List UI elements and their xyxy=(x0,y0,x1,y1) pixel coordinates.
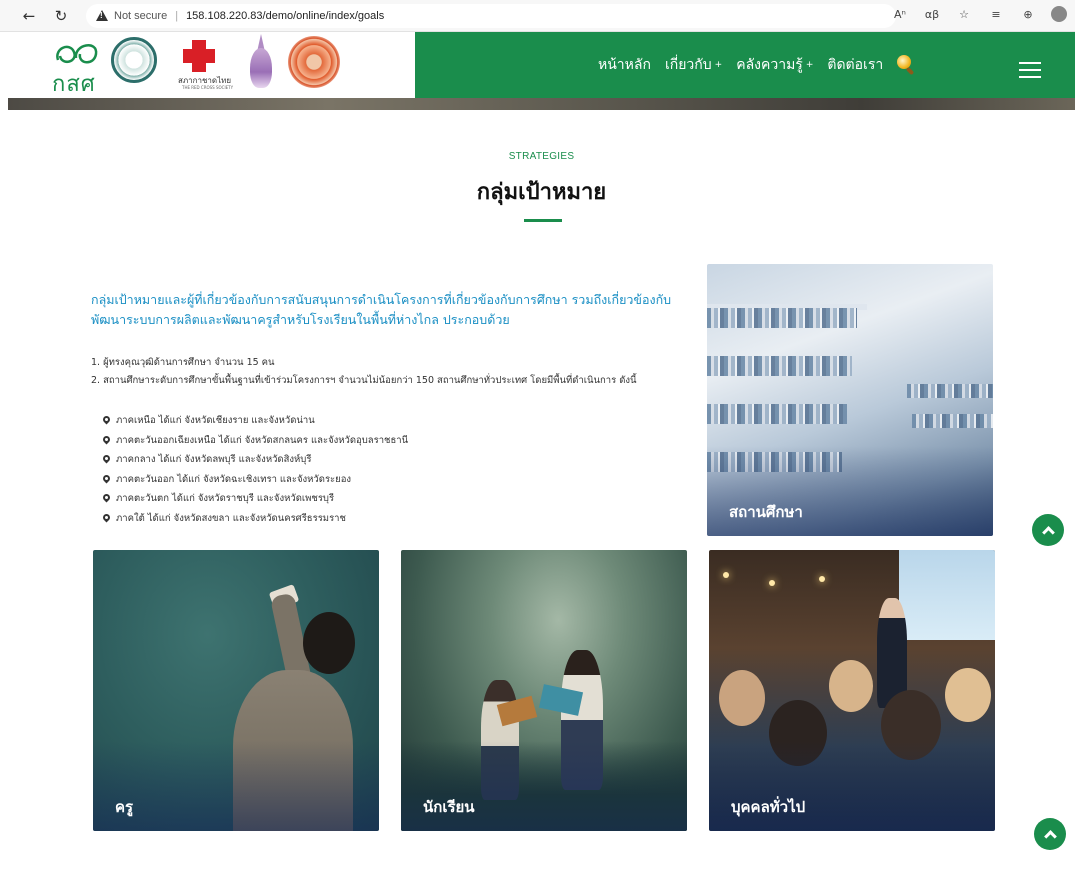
menu-item-about-label: เกี่ยวกับ xyxy=(664,57,712,73)
royal-emblem-logo xyxy=(246,34,276,92)
audience-head xyxy=(719,670,765,726)
hamburger-line xyxy=(1019,69,1041,71)
hamburger-line xyxy=(1019,76,1041,78)
chevron-up-icon xyxy=(1043,830,1057,843)
translate-icon[interactable]: αβ xyxy=(923,8,941,21)
eef-logo-mark-icon xyxy=(56,44,98,64)
card-shade xyxy=(93,741,379,831)
card-teacher[interactable]: ครู xyxy=(93,550,379,831)
list-item: 2. สถานศึกษาระดับการศึกษาขั้นพื้นฐานที่เ… xyxy=(91,375,637,386)
favorite-star-icon[interactable]: ☆ xyxy=(955,8,973,21)
read-aloud-icon[interactable]: Aⁿ xyxy=(891,8,909,21)
library-books xyxy=(707,356,852,376)
collections-icon[interactable]: ⊕ xyxy=(1019,8,1037,21)
security-label: Not secure xyxy=(114,9,168,22)
ceiling-light xyxy=(819,576,825,582)
eef-logo-text: กสศ xyxy=(52,72,96,97)
royal-emblem-body xyxy=(250,48,272,88)
map-pin-icon xyxy=(103,436,110,445)
hamburger-line xyxy=(1019,62,1041,64)
redcross-logo: สภากาชาดไทย THE RED CROSS SOCIETY xyxy=(178,40,233,90)
list-item: 1. ผู้ทรงคุณวุฒิด้านการศึกษา จำนวน 15 คน xyxy=(91,357,275,368)
search-icon[interactable] xyxy=(897,55,917,76)
library-books xyxy=(912,414,993,428)
card-public[interactable]: บุคคลทั่วไป xyxy=(709,550,995,831)
region-item: ภาคตะวันออกเฉียงเหนือ ได้แก่ จังหวัดสกลน… xyxy=(103,431,523,451)
hamburger-menu-icon[interactable] xyxy=(1019,62,1041,78)
section-eyebrow: STRATEGIES xyxy=(508,151,575,162)
presentation-screen xyxy=(899,550,995,640)
reload-icon[interactable]: ↻ xyxy=(50,5,72,27)
ceiling-light xyxy=(769,580,775,586)
region-item: ภาคกลาง ได้แก่ จังหวัดลพบุรี และจังหวัดส… xyxy=(103,450,523,470)
address-bar[interactable]: Not secure | 158.108.220.83/demo/online/… xyxy=(86,3,896,28)
university-seal-logo xyxy=(111,37,157,83)
region-item: ภาคใต้ ได้แก่ จังหวัดสงขลา และจังหวัดนคร… xyxy=(103,509,523,529)
card-title: นักเรียน xyxy=(423,798,475,816)
header-banner-strip xyxy=(8,98,1075,110)
back-to-top-button[interactable] xyxy=(1034,818,1066,850)
menu-item-home[interactable]: หน้าหลัก xyxy=(598,54,651,76)
ceiling-light xyxy=(723,572,729,578)
back-arrow-icon[interactable]: ← xyxy=(18,5,40,27)
library-books xyxy=(707,404,847,424)
region-list: ภาคเหนือ ได้แก่ จังหวัดเชียงราย และจังหว… xyxy=(103,411,523,528)
map-pin-icon xyxy=(103,494,110,503)
card-title: บุคคลทั่วไป xyxy=(731,798,806,816)
address-separator: | xyxy=(175,9,179,22)
card-title: สถานศึกษา xyxy=(729,503,803,521)
menu-item-knowledge-label: คลังความรู้ xyxy=(736,57,803,73)
region-text: ภาคกลาง ได้แก่ จังหวัดลพบุรี และจังหวัดส… xyxy=(116,454,312,465)
main-menu: หน้าหลัก เกี่ยวกับ + คลังความรู้ + ติดต่อเ… xyxy=(598,54,917,76)
region-item: ภาคตะวันออก ได้แก่ จังหวัดฉะเชิงเทรา และ… xyxy=(103,470,523,490)
menu-item-about[interactable]: เกี่ยวกับ + xyxy=(665,54,722,76)
profile-avatar-icon[interactable] xyxy=(1051,6,1067,22)
page-title: กลุ่มเป้าหมาย xyxy=(476,180,607,205)
region-item: ภาคเหนือ ได้แก่ จังหวัดเชียงราย และจังหว… xyxy=(103,411,523,431)
chevron-up-icon xyxy=(1041,526,1055,539)
favorites-list-icon[interactable]: ≡ xyxy=(987,8,1005,21)
teacher-head xyxy=(303,612,355,674)
menu-item-knowledge[interactable]: คลังความรู้ + xyxy=(736,54,813,76)
region-text: ภาคตะวันออกเฉียงเหนือ ได้แก่ จังหวัดสกลน… xyxy=(116,434,409,446)
title-underline xyxy=(524,219,562,222)
card-school[interactable]: สถานศึกษา xyxy=(707,264,993,536)
region-text: ภาคเหนือ ได้แก่ จังหวัดเชียงราย และจังหว… xyxy=(116,415,315,426)
map-pin-icon xyxy=(103,475,110,484)
map-pin-icon xyxy=(103,455,110,464)
eef-logo[interactable]: กสศ xyxy=(52,38,104,97)
library-books xyxy=(907,384,993,398)
redcross-cross-bar xyxy=(183,49,215,63)
plus-icon: + xyxy=(714,60,723,70)
browser-toolbar: ← ↻ Not secure | 158.108.220.83/demo/onl… xyxy=(0,0,1075,32)
library-books xyxy=(707,308,857,328)
map-pin-icon xyxy=(103,514,110,523)
plus-icon: + xyxy=(805,60,814,70)
url-text: 158.108.220.83/demo/online/index/goals xyxy=(186,9,385,22)
menu-item-contact[interactable]: ติดต่อเรา xyxy=(827,54,883,76)
map-pin-icon xyxy=(103,416,110,425)
region-item: ภาคตะวันตก ได้แก่ จังหวัดราชบุรี และจังห… xyxy=(103,489,523,509)
intro-paragraph: กลุ่มเป้าหมายและผู้ที่เกี่ยวข้องกับการสน… xyxy=(91,292,672,327)
region-text: ภาคตะวันออก ได้แก่ จังหวัดฉะเชิงเทรา และ… xyxy=(116,473,352,485)
region-text: ภาคตะวันตก ได้แก่ จังหวัดราชบุรี และจังห… xyxy=(116,493,335,504)
warning-icon xyxy=(96,10,108,21)
audience-head xyxy=(945,668,991,722)
card-students[interactable]: นักเรียน xyxy=(401,550,687,831)
audience-head xyxy=(829,660,873,712)
numbered-list: 1. ผู้ทรงคุณวุฒิด้านการศึกษา จำนวน 15 คน… xyxy=(91,354,701,390)
region-text: ภาคใต้ ได้แก่ จังหวัดสงขลา และจังหวัดนคร… xyxy=(116,512,346,524)
agency-seal-logo xyxy=(288,36,340,88)
back-to-top-button[interactable] xyxy=(1032,514,1064,546)
redcross-subtitle: THE RED CROSS SOCIETY xyxy=(182,85,234,90)
site-header: กสศ สภากาชาดไทย THE RED CROSS SOCIETY หน… xyxy=(8,32,1075,98)
card-title: ครู xyxy=(115,798,134,816)
search-handle xyxy=(905,66,915,76)
logo-strip: กสศ สภากาชาดไทย THE RED CROSS SOCIETY xyxy=(8,32,415,98)
